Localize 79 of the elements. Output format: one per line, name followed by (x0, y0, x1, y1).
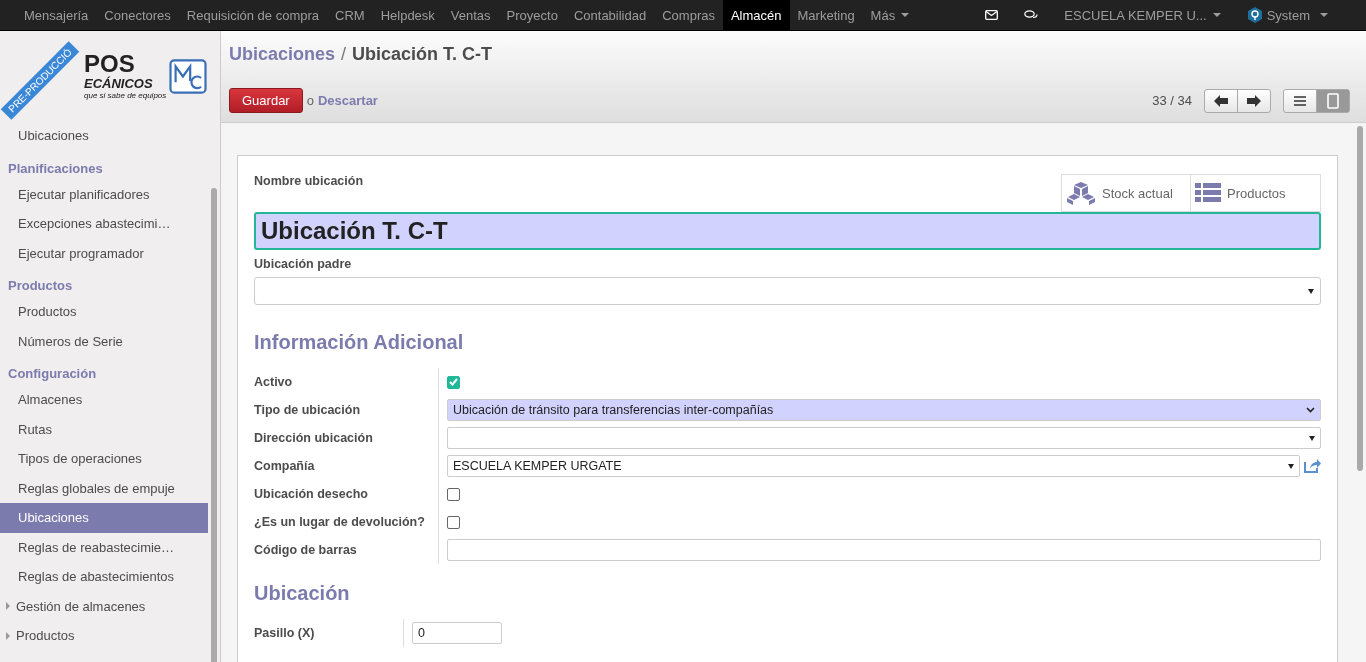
sidebar-item[interactable]: Rutas (0, 414, 208, 444)
menu-item[interactable]: Helpdesk (372, 0, 443, 30)
field-label: Código de barras (254, 536, 439, 564)
or-text: o (306, 93, 314, 108)
list-icon (1195, 183, 1221, 203)
breadcrumb-separator: / (341, 44, 347, 65)
sidebar-item[interactable]: Ubicaciones (0, 121, 208, 151)
menu-item[interactable]: Conectores (96, 0, 179, 30)
logo-tagline: que si sabe de equipos (84, 91, 167, 100)
pager-counter: 33 / 34 (1152, 93, 1192, 108)
breadcrumb-link[interactable]: Ubicaciones (229, 44, 336, 65)
field-label: Ubicación desecho (254, 480, 439, 508)
form-icon (1327, 92, 1339, 109)
sidebar-item[interactable]: Números de Serie (0, 326, 208, 356)
menu-item[interactable]: Almacén (722, 0, 790, 30)
dropdown-field[interactable]: ESCUELA KEMPER URGATE (447, 455, 1300, 477)
menu-item[interactable]: Marketing (789, 0, 863, 30)
sidebar-section: Configuración (0, 356, 208, 385)
list-icon (1294, 95, 1306, 106)
menu-item[interactable]: Ventas (442, 0, 499, 30)
input-field[interactable] (447, 539, 1321, 561)
menu-item[interactable]: Compras (654, 0, 723, 30)
sidebar-section: Productos (0, 268, 208, 297)
field-label: Compañía (254, 452, 439, 480)
field-label: Activo (254, 368, 439, 396)
company-switcher[interactable]: ESCUELA KEMPER U... (1054, 7, 1231, 23)
sidebar-item[interactable]: Reglas de abastecimientos (0, 562, 208, 592)
menu-item[interactable]: Mensajería (16, 0, 97, 30)
mail-icon[interactable] (985, 10, 999, 20)
section-heading: Información Adicional (254, 331, 465, 354)
checkbox[interactable] (447, 487, 460, 501)
sidebar-item[interactable]: Tipos de operaciones (0, 444, 208, 474)
sidebar-item[interactable]: Reglas globales de empuje (0, 473, 208, 503)
external-link-icon[interactable] (1304, 459, 1321, 473)
checkbox[interactable] (447, 375, 460, 389)
expand-icon[interactable] (6, 602, 10, 611)
logo-text: ECÁNICOS (84, 76, 154, 91)
smart-button[interactable]: Productos (1191, 174, 1321, 212)
menu-item[interactable]: Requisición de compra (178, 0, 328, 30)
input-field[interactable]: 0 (412, 622, 502, 644)
more-menu[interactable]: Más (862, 0, 918, 30)
save-button[interactable]: Guardar (229, 88, 303, 113)
menu-item[interactable]: CRM (327, 0, 373, 30)
arrow-right-icon (1247, 94, 1261, 107)
sidebar-item[interactable]: Gestión de almacenes (16, 598, 146, 614)
name-input[interactable]: Ubicación T. C-T (254, 212, 1321, 250)
sidebar-section: Planificaciones (0, 150, 208, 180)
sidebar-item[interactable]: Ejecutar planificadores (0, 179, 208, 209)
cubes-icon (1066, 181, 1096, 205)
section-heading: Ubicación (254, 582, 351, 605)
sidebar-item[interactable]: Productos (16, 628, 75, 644)
field-label: Ubicación padre (254, 257, 353, 271)
sidebar-item[interactable]: Excepciones abastecimi… (0, 209, 208, 239)
user-avatar-icon (1246, 7, 1263, 23)
chat-icon[interactable] (1024, 9, 1039, 21)
arrow-left-icon (1214, 94, 1228, 107)
field-label: Pasillo (X) (254, 619, 404, 647)
dropdown-field[interactable] (447, 427, 1321, 449)
chevron-down-icon (1306, 407, 1315, 413)
expand-icon[interactable] (6, 631, 10, 640)
sidebar-item[interactable]: Ubicaciones (0, 503, 208, 533)
smart-button[interactable]: Stock actual (1061, 174, 1191, 212)
user-menu[interactable]: System (1236, 7, 1338, 23)
sidebar-item[interactable]: Almacenes (0, 385, 208, 415)
field-label: Dirección ubicación (254, 424, 439, 452)
field-label: Tipo de ubicación (254, 396, 439, 424)
logo-text: POS (84, 52, 135, 76)
breadcrumb-current: Ubicación T. C-T (352, 44, 493, 65)
sidebar-item[interactable]: Productos (0, 297, 208, 327)
dropdown-field[interactable] (254, 277, 1321, 305)
select-field[interactable]: Ubicación de tránsito para transferencias inter-compañías (447, 399, 1321, 421)
sidebar-item[interactable]: Reglas de reabastecimie… (0, 532, 208, 562)
menu-item[interactable]: Proyecto (498, 0, 566, 30)
menu-item[interactable]: Contabilidad (565, 0, 655, 30)
sidebar-item[interactable]: Ejecutar programador (0, 238, 208, 268)
field-label: ¿Es un lugar de devolución? (254, 508, 439, 536)
logo-emblem-icon (169, 58, 208, 94)
field-label: Nombre ubicación (254, 174, 364, 188)
checkbox[interactable] (447, 515, 460, 529)
